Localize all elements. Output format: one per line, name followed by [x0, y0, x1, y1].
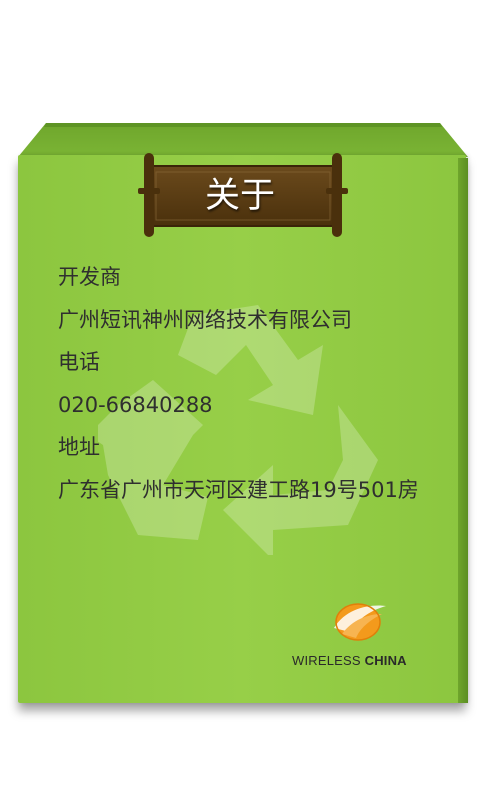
developer-value: 广州短讯神州网络技术有限公司 — [58, 307, 352, 332]
page-title: 关于 — [204, 176, 275, 216]
about-info: 开发商 广州短讯神州网络技术有限公司 电话 020-66840288 地址 广东… — [58, 256, 448, 511]
phone-label: 电话 — [58, 350, 100, 374]
brand-logo: WIRELESS CHINA — [292, 598, 432, 678]
brand-name-light: WIRELESS — [292, 653, 361, 668]
address-label: 地址 — [58, 435, 100, 459]
wireless-china-logo-icon — [334, 603, 386, 641]
address-value: 广东省广州市天河区建工路19号501房 — [58, 477, 419, 502]
phone-value[interactable]: 020-66840288 — [58, 384, 448, 427]
developer-label: 开发商 — [58, 265, 121, 289]
card-side-shadow — [458, 158, 468, 703]
brand-name-bold: CHINA — [364, 653, 407, 668]
brand-name: WIRELESS CHINA — [292, 653, 407, 668]
